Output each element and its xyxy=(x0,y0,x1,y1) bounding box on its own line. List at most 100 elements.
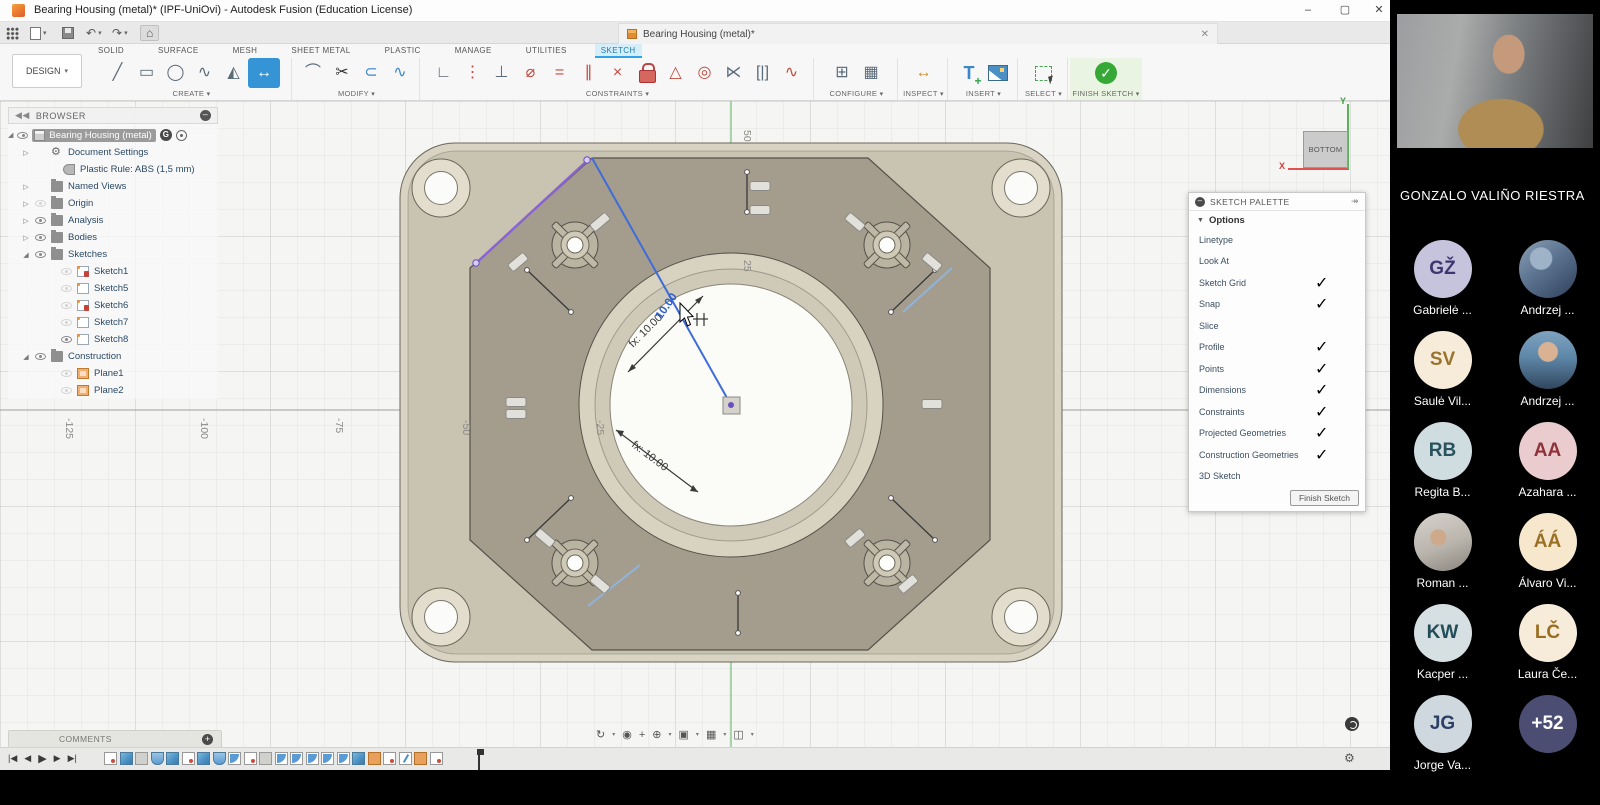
look-at-icon[interactable]: ◉ xyxy=(622,728,632,741)
insert-image-tool-icon[interactable] xyxy=(984,59,1013,87)
rectangle-tool-icon[interactable]: ▭ xyxy=(132,59,161,87)
browser-item-sketches[interactable]: ◢ Sketches xyxy=(8,246,218,263)
browser-item-plane1[interactable]: Plane1 xyxy=(8,365,218,382)
timeline-feature[interactable] xyxy=(306,752,319,765)
timeline-feature[interactable] xyxy=(120,752,133,765)
option-control[interactable] xyxy=(1315,423,1355,443)
timeline-feature[interactable] xyxy=(275,752,288,765)
palette-options-section[interactable]: ▼Options xyxy=(1189,211,1365,229)
option-control[interactable] xyxy=(1315,402,1355,422)
timeline-feature[interactable] xyxy=(414,752,427,765)
timeline-feature[interactable] xyxy=(244,752,257,765)
visibility-eye-icon[interactable] xyxy=(35,217,46,224)
participant-azahara[interactable]: AA Azahara ... xyxy=(1495,422,1600,499)
document-tab-close-icon[interactable]: ✕ xyxy=(1201,29,1209,40)
boss-cross[interactable] xyxy=(863,539,910,586)
option-control[interactable] xyxy=(1315,359,1355,379)
undo-icon[interactable]: ↶▾ xyxy=(86,25,102,41)
workspace-selector[interactable]: DESIGN▾ xyxy=(12,54,82,88)
timeline-feature[interactable] xyxy=(135,752,148,765)
minimize-button[interactable]: – xyxy=(1295,2,1321,19)
timeline-feature[interactable] xyxy=(399,752,412,765)
participant-regita[interactable]: RB Regita B... xyxy=(1390,422,1495,499)
select-tool-icon[interactable] xyxy=(1029,59,1058,87)
option-control[interactable] xyxy=(1315,380,1355,400)
tab-sketch[interactable]: SKETCH xyxy=(595,44,642,58)
palette-minimize-icon[interactable]: – xyxy=(1195,197,1205,207)
participant-laura[interactable]: LČ Laura Če... xyxy=(1495,604,1600,681)
palette-option-points[interactable]: Points xyxy=(1189,358,1365,380)
tab-surface[interactable]: SURFACE xyxy=(152,44,205,58)
mirror-tool-icon[interactable]: ◭ xyxy=(219,59,248,87)
equal-constraint-icon[interactable]: = xyxy=(545,59,574,87)
participant-andrzej-2[interactable]: Andrzej ... xyxy=(1495,331,1600,408)
tab-sheet-metal[interactable]: SHEET METAL xyxy=(285,44,356,58)
fillet-tool-icon[interactable]: ⌒ xyxy=(299,59,328,87)
expand-arrow-icon[interactable]: ▷ xyxy=(22,200,30,208)
option-control[interactable] xyxy=(1315,294,1355,314)
collinear-constraint-icon[interactable]: × xyxy=(603,59,632,87)
participant-andrzej-1[interactable]: Andrzej ... xyxy=(1495,240,1600,317)
tab-utilities[interactable]: UTILITIES xyxy=(520,44,573,58)
expand-arrow-icon[interactable]: ◢ xyxy=(22,251,30,259)
insert-fastener-tool-icon[interactable]: T xyxy=(955,59,984,87)
participant-roman[interactable]: Roman ... xyxy=(1390,513,1495,590)
symmetry-constraint-icon[interactable]: ⋉ xyxy=(719,59,748,87)
skip-to-end-icon[interactable]: ▶| xyxy=(68,753,77,764)
browser-item-sketch5[interactable]: Sketch5 xyxy=(8,280,218,297)
document-tab[interactable]: Bearing Housing (metal)* ✕ xyxy=(618,23,1218,44)
tangent-constraint-icon[interactable]: ⌀ xyxy=(516,59,545,87)
comments-expand-icon[interactable]: + xyxy=(202,734,213,745)
participant-jorge[interactable]: JG Jorge Va... xyxy=(1390,695,1495,772)
palette-option-dimensions[interactable]: Dimensions xyxy=(1189,380,1365,402)
break-tool-icon[interactable]: ∿ xyxy=(386,59,415,87)
visibility-eye-icon[interactable] xyxy=(61,319,72,326)
browser-item-root[interactable]: ◢ Bearing Housing (metal) G xyxy=(8,126,218,144)
browser-item-sketch6[interactable]: Sketch6 xyxy=(8,297,218,314)
boss-cross[interactable] xyxy=(551,221,598,268)
origin-marker[interactable] xyxy=(723,397,740,414)
viewports-icon[interactable]: ◫ xyxy=(733,728,743,741)
browser-item-plane2[interactable]: Plane2 xyxy=(8,382,218,399)
visibility-eye-icon[interactable] xyxy=(61,268,72,275)
expand-arrow-icon[interactable]: ◢ xyxy=(22,353,30,361)
viewcube[interactable]: BOTTOM xyxy=(1303,131,1348,168)
participant-kacper[interactable]: KW Kacper ... xyxy=(1390,604,1495,681)
timeline-feature[interactable] xyxy=(197,752,210,765)
timeline-feature[interactable] xyxy=(213,752,226,765)
palette-finish-sketch-button[interactable]: Finish Sketch xyxy=(1290,490,1359,506)
palette-option-slice[interactable]: Slice xyxy=(1189,315,1365,337)
visibility-eye-icon[interactable] xyxy=(35,251,46,258)
palette-option-constraints[interactable]: Constraints xyxy=(1189,401,1365,423)
sketch-palette-header[interactable]: – SKETCH PALETTE ↠ xyxy=(1189,193,1365,211)
browser-item-analysis[interactable]: ▷ Analysis xyxy=(8,212,218,229)
expand-arrow-icon[interactable]: ▷ xyxy=(22,149,30,157)
timeline-feature[interactable] xyxy=(368,752,381,765)
palette-option-sketch-grid[interactable]: Sketch Grid xyxy=(1189,272,1365,294)
spline-tool-icon[interactable]: ∿ xyxy=(190,59,219,87)
timeline-feature[interactable] xyxy=(228,752,241,765)
timeline-feature[interactable] xyxy=(182,752,195,765)
expand-arrow-icon[interactable]: ▷ xyxy=(22,217,30,225)
timeline-feature[interactable] xyxy=(430,752,443,765)
browser-collapse-icon[interactable]: ◀◀ xyxy=(15,110,30,121)
timeline-feature[interactable] xyxy=(259,752,272,765)
pan-icon[interactable]: + xyxy=(639,729,645,741)
sketch-dimension-tool-icon[interactable]: ↔ xyxy=(248,58,280,88)
browser-item-sketch1[interactable]: Sketch1 xyxy=(8,263,218,280)
visibility-eye-icon[interactable] xyxy=(61,370,72,377)
curvature-constraint-icon[interactable]: [|] xyxy=(748,59,777,87)
option-control[interactable] xyxy=(1315,445,1355,465)
timeline-feature[interactable] xyxy=(352,752,365,765)
participant-saule[interactable]: SV Saulė Vil... xyxy=(1390,331,1495,408)
save-icon[interactable] xyxy=(62,25,74,41)
corner-hole[interactable] xyxy=(992,588,1050,646)
corner-hole[interactable] xyxy=(992,159,1050,217)
visibility-eye-icon[interactable] xyxy=(35,353,46,360)
comments-bar[interactable]: COMMENTS + xyxy=(8,730,222,748)
timeline-feature[interactable] xyxy=(290,752,303,765)
browser-item-sketch8[interactable]: Sketch8 xyxy=(8,331,218,348)
measure-tool-icon[interactable]: ↔ xyxy=(909,59,938,87)
maximize-button[interactable]: ▢ xyxy=(1332,2,1358,19)
palette-dock-icon[interactable]: ↠ xyxy=(1351,196,1359,207)
